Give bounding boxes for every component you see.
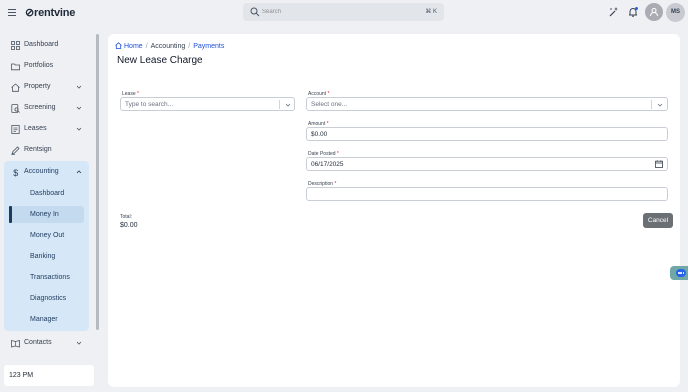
dollar-icon: $ [13,168,18,177]
sidebar-item-label: Leases [24,125,47,132]
amount-value: $0.00 [311,131,328,138]
notification-badge [635,7,638,10]
magic-sparkle-icon[interactable] [607,6,619,18]
logo-text: rentvine [34,7,76,19]
app-logo[interactable]: ⊘rentvine [25,6,75,19]
chevron-down-icon [76,106,82,110]
svg-text:$: $ [13,168,18,177]
amount-input[interactable]: $0.00 [306,127,668,141]
sidebar-item-accounting[interactable]: $ Accounting [5,164,88,180]
home-icon [115,42,122,49]
sidebar-item-label: Contacts [24,339,52,346]
account-select[interactable]: Select one... [306,97,668,111]
sidebar-item-leases[interactable]: Leases [5,121,88,137]
menu-icon[interactable] [8,9,16,16]
sidebar-item-contacts[interactable]: Contacts [5,335,88,351]
date-posted-input[interactable]: 06/17/2025 [306,157,668,171]
sidebar-item-property[interactable]: Property [5,79,88,95]
top-bar: ⊘rentvine ⌘ K MS [0,0,688,26]
breadcrumb-section[interactable]: Accounting [151,43,186,50]
user-initials-avatar[interactable]: MS [666,3,685,22]
breadcrumb: Home / Accounting / Payments [115,42,224,50]
date-posted-value: 06/17/2025 [311,161,344,168]
person-icon [650,8,658,17]
time-text: 123 PM [9,372,34,379]
grid-icon [11,41,20,50]
search-bar[interactable]: ⌘ K [243,3,444,21]
account-placeholder: Select one... [311,101,348,108]
user-avatar[interactable] [645,3,663,21]
sidebar-item-rentsign[interactable]: Rentsign [5,142,88,158]
search-icon [250,7,260,17]
field-divider [651,100,652,109]
address-book-icon [11,339,20,348]
main-content-card: Home / Accounting / Payments New Lease Charg… [108,34,680,387]
home-icon [11,83,20,92]
subitem-label: Transactions [30,274,70,281]
folder-icon [11,63,20,71]
sidebar-subitem-money-out[interactable]: Money Out [10,227,84,244]
breadcrumb-separator: / [145,43,148,50]
sidebar-subitem-money-in[interactable]: Money In [9,206,84,223]
sidebar-item-label: Property [24,83,51,90]
search-shortcut: ⌘ K [425,9,437,15]
breadcrumb-home-link[interactable]: Home [124,43,143,50]
file-icon [11,125,20,134]
subitem-label: Dashboard [30,190,65,197]
sidebar-item-screening[interactable]: Screening [5,100,88,116]
sidebar-item-label: Screening [24,104,56,111]
page-title: New Lease Charge [117,55,203,66]
sidebar-subitem-dashboard[interactable]: Dashboard [10,185,84,202]
chevron-down-icon [76,127,82,131]
sidebar-scrollbar[interactable] [96,34,99,330]
calendar-icon[interactable] [655,160,663,168]
subitem-label: Banking [30,253,56,260]
sidebar-item-dashboard[interactable]: Dashboard [5,37,88,53]
time-display: 123 PM [4,365,94,386]
total-label: Total: [120,214,132,220]
sidebar-subitem-transactions[interactable]: Transactions [10,269,84,286]
chevron-down-icon [76,85,82,89]
logo-mark: ⊘ [25,7,35,19]
chevron-down-icon[interactable] [657,102,663,108]
lease-placeholder: Type to search... [125,101,174,108]
search-input[interactable] [262,5,422,19]
chat-widget[interactable] [670,266,688,280]
sidebar-item-label: Accounting [24,168,59,175]
subitem-label: Money In [30,211,59,218]
subitem-label: Manager [30,316,58,323]
sidebar-item-label: Rentsign [24,146,52,153]
subitem-label: Money Out [30,232,65,239]
breadcrumb-separator: / [188,43,191,50]
sidebar-subitem-banking[interactable]: Banking [10,248,84,265]
total-value: $0.00 [120,222,138,229]
chevron-up-icon [76,170,82,174]
sidebar-item-label: Dashboard [24,41,59,48]
sidebar-subitem-manager[interactable]: Manager [10,311,84,328]
chat-icon [676,269,686,277]
document-search-icon [11,104,20,113]
sidebar-subitem-diagnostics[interactable]: Diagnostics [10,290,84,307]
cancel-button[interactable]: Cancel [643,213,673,228]
chevron-down-icon[interactable] [285,102,291,108]
chevron-down-icon [76,341,82,345]
sidebar-item-label: Portfolios [24,62,54,69]
breadcrumb-payments-link[interactable]: Payments [193,43,224,50]
description-input[interactable] [306,187,668,201]
field-divider [279,100,280,109]
subitem-label: Diagnostics [30,295,67,302]
lease-search-field[interactable]: Type to search... [120,97,295,111]
sidebar-item-portfolios[interactable]: Portfolios [5,58,88,74]
pen-icon [11,146,20,155]
